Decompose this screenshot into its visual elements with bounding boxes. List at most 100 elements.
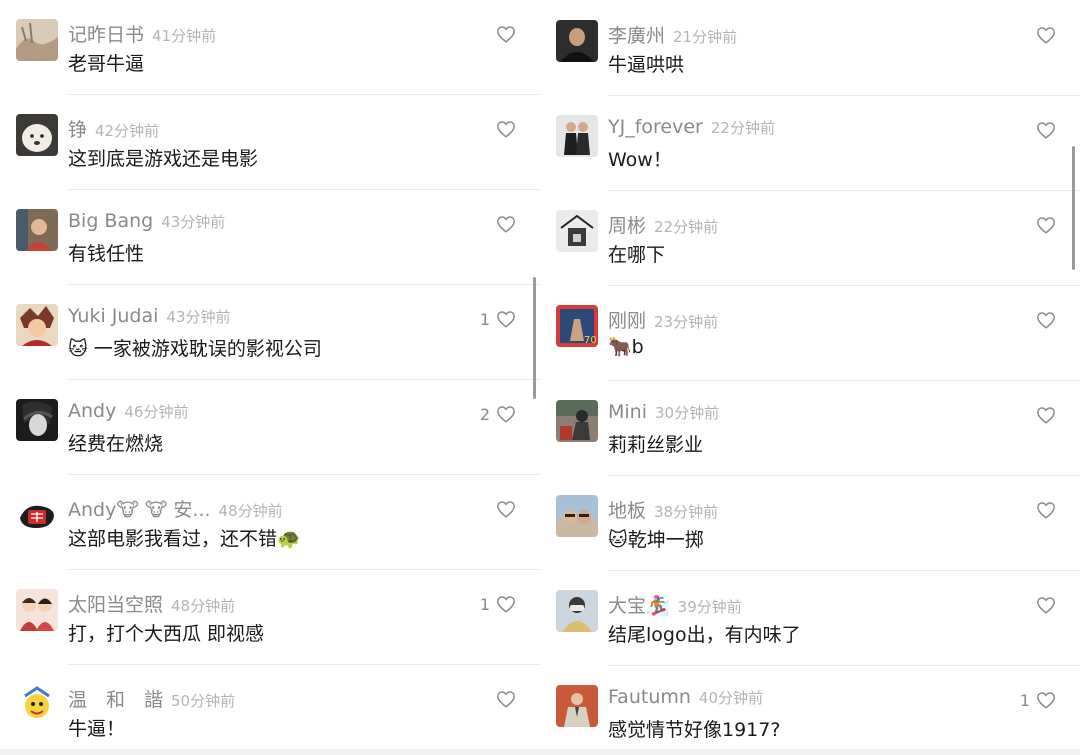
like-button[interactable] [1030, 309, 1056, 331]
svg-text:70: 70 [584, 335, 597, 346]
heart-icon[interactable] [1036, 311, 1056, 329]
comment-header: Andy 46分钟前 [68, 400, 188, 426]
like-button[interactable] [1030, 499, 1056, 521]
comment-item: 铮 42分钟前 这到底是游戏还是电影 [0, 95, 540, 190]
like-button[interactable] [1030, 24, 1056, 46]
comment-text: Wow！ [608, 149, 672, 171]
comment-time: 48分钟前 [171, 597, 236, 615]
bw-portrait-avatar-icon[interactable] [16, 399, 58, 441]
comment-time: 50分钟前 [171, 692, 236, 710]
sketch-house-avatar-icon[interactable] [556, 210, 598, 252]
heart-icon[interactable] [1036, 216, 1056, 234]
heart-icon[interactable] [496, 25, 516, 43]
comment-time: 22分钟前 [654, 218, 719, 236]
comment-header: 刚刚 23分钟前 [608, 306, 718, 332]
comment-header: Fautumn 40分钟前 [608, 686, 763, 712]
heart-icon[interactable] [1036, 26, 1056, 44]
anime-avatar-icon[interactable] [16, 304, 58, 346]
heart-icon[interactable] [496, 500, 516, 518]
comment-username[interactable]: 温 和 諧 [68, 685, 163, 712]
comment-text: 经费在燃烧 [68, 433, 164, 455]
comment-item: 周彬 22分钟前 在哪下 [540, 191, 1080, 286]
poster-avatar-icon[interactable]: 70 [556, 305, 598, 347]
cartoon-character-avatar-icon[interactable] [16, 684, 58, 726]
couple-cartoon-avatar-icon[interactable] [16, 589, 58, 631]
like-button[interactable]: 2 [480, 403, 516, 425]
landscape-avatar-icon[interactable] [16, 19, 58, 61]
masked-person-avatar-icon[interactable] [556, 590, 598, 632]
comment-item: 温 和 諧 50分钟前 牛逼！ [0, 665, 540, 749]
man-portrait-avatar-icon[interactable] [556, 20, 598, 62]
heart-icon[interactable] [1036, 691, 1056, 709]
comment-list-right: 李廣州 21分钟前 牛逼哄哄 YJ_forever 22分钟前 Wow！ 周彬 … [540, 0, 1080, 749]
comment-username[interactable]: Fautumn [608, 686, 691, 708]
comment-time: 43分钟前 [166, 308, 231, 326]
comment-header: Yuki Judai 43分钟前 [68, 305, 231, 331]
like-button[interactable] [490, 688, 516, 710]
like-button[interactable] [490, 498, 516, 520]
suit-portrait-avatar-icon[interactable] [556, 685, 598, 727]
comment-username[interactable]: YJ_forever [608, 116, 703, 138]
heart-icon[interactable] [496, 405, 516, 423]
scrollbar[interactable] [533, 277, 536, 399]
comment-username[interactable]: 太阳当空照 [68, 590, 163, 617]
like-button[interactable] [490, 118, 516, 140]
comment-username[interactable]: 周彬 [608, 211, 646, 238]
comment-time: 39分钟前 [677, 598, 742, 616]
comment-text: 这到底是游戏还是电影 [68, 148, 259, 170]
like-button[interactable]: 1 [1020, 689, 1056, 711]
comment-username[interactable]: Andy🐮 🐮 安... [68, 495, 211, 522]
comment-username[interactable]: 铮 [68, 115, 87, 142]
comment-item: Andy🐮 🐮 安... 48分钟前 这部电影我看过，还不错🐢 [0, 475, 540, 570]
seal-logo-avatar-icon[interactable] [16, 494, 58, 536]
heart-icon[interactable] [1036, 596, 1056, 614]
comment-time: 38分钟前 [654, 503, 719, 521]
like-count: 1 [479, 309, 490, 329]
comment-username[interactable]: Yuki Judai [68, 305, 158, 327]
person-avatar-icon[interactable] [16, 209, 58, 251]
heart-icon[interactable] [496, 690, 516, 708]
like-button[interactable] [1030, 404, 1056, 426]
comment-text: 莉莉丝影业 [608, 434, 704, 456]
comment-text: 结尾logo出，有内味了 [608, 624, 801, 646]
selfie-avatar-icon[interactable] [556, 495, 598, 537]
comment-username[interactable]: Mini [608, 401, 647, 423]
heart-icon[interactable] [496, 120, 516, 138]
comment-text: 🐱 一家被游戏耽误的影视公司 [68, 338, 322, 360]
comment-username[interactable]: 记昨日书 [68, 20, 144, 47]
heart-icon[interactable] [1036, 406, 1056, 424]
like-button[interactable] [1030, 594, 1056, 616]
street-photo-avatar-icon[interactable] [556, 400, 598, 442]
scrollbar[interactable] [1072, 146, 1075, 270]
like-button[interactable] [1030, 214, 1056, 236]
heart-icon[interactable] [496, 595, 516, 613]
like-button[interactable]: 1 [480, 593, 516, 615]
comment-header: 温 和 諧 50分钟前 [68, 685, 235, 711]
comment-header: 记昨日书 41分钟前 [68, 20, 216, 46]
heart-icon[interactable] [1036, 501, 1056, 519]
dog-avatar-icon[interactable] [16, 114, 58, 156]
like-button[interactable] [1030, 119, 1056, 141]
couple-photo-avatar-icon[interactable] [556, 115, 598, 157]
comment-username[interactable]: 刚刚 [608, 306, 646, 333]
like-button[interactable]: 1 [480, 308, 516, 330]
comment-item: Fautumn 40分钟前 感觉情节好像1917? 1 [540, 666, 1080, 749]
comment-item: YJ_forever 22分钟前 Wow！ [540, 96, 1080, 191]
heart-icon[interactable] [496, 215, 516, 233]
comment-header: 李廣州 21分钟前 [608, 21, 737, 47]
comment-time: 30分钟前 [655, 404, 720, 422]
comment-item: 大宝🏂 39分钟前 结尾logo出，有内味了 [540, 571, 1080, 666]
like-button[interactable] [490, 213, 516, 235]
comment-username[interactable]: 地板 [608, 496, 646, 523]
comment-text: 🐱乾坤一掷 [608, 529, 704, 551]
heart-icon[interactable] [496, 310, 516, 328]
heart-icon[interactable] [1036, 121, 1056, 139]
comment-header: YJ_forever 22分钟前 [608, 116, 775, 142]
comment-username[interactable]: 大宝🏂 [608, 591, 670, 618]
comment-username[interactable]: Andy [68, 400, 116, 422]
comment-header: Big Bang 43分钟前 [68, 210, 225, 236]
comment-username[interactable]: 李廣州 [608, 21, 665, 48]
like-button[interactable] [490, 23, 516, 45]
comment-item: 70 刚刚 23分钟前 🐂b [540, 286, 1080, 381]
comment-username[interactable]: Big Bang [68, 210, 153, 232]
